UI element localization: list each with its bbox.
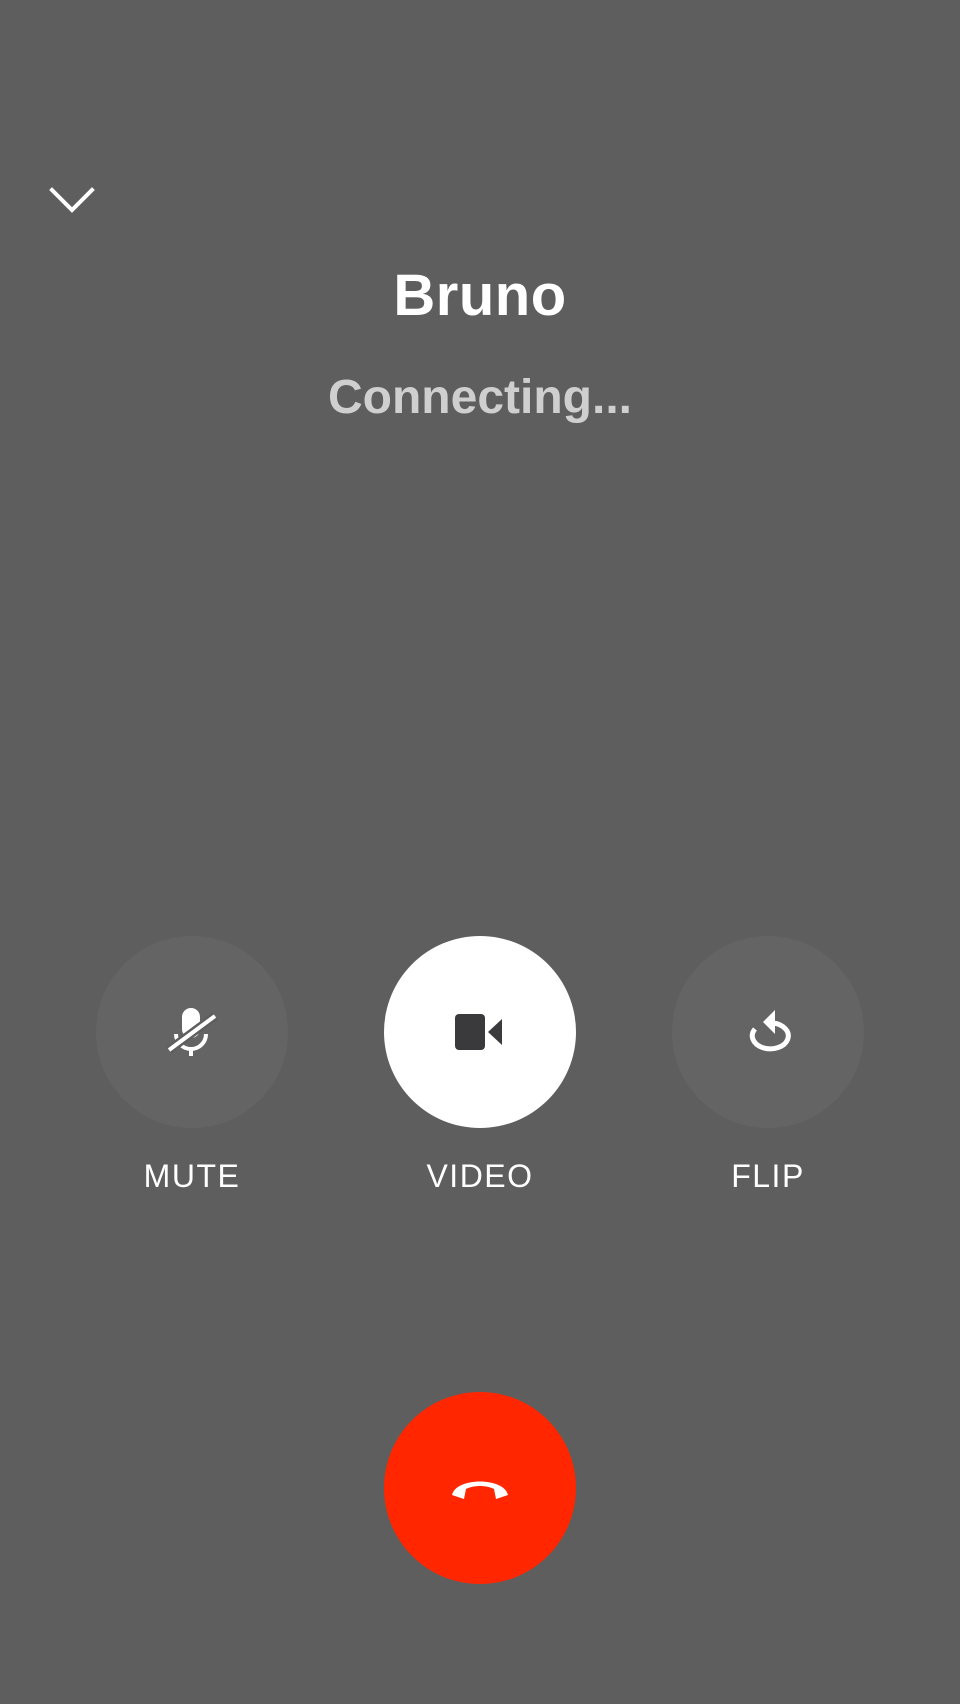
flip-label: FLIP (731, 1158, 805, 1194)
call-status: Connecting... (328, 371, 632, 424)
caller-name: Bruno (393, 263, 567, 328)
video-label: VIDEO (426, 1158, 534, 1194)
mute-button[interactable] (96, 936, 288, 1128)
video-camera-icon (455, 1014, 502, 1050)
flip-button[interactable] (672, 936, 864, 1128)
flip-control: FLIP (672, 936, 864, 1195)
collapse-button[interactable] (40, 168, 104, 232)
mute-label: MUTE (143, 1158, 241, 1194)
flip-camera-icon (749, 1010, 791, 1052)
mute-control: MUTE (96, 936, 288, 1195)
chevron-down-icon (49, 187, 95, 213)
video-control: VIDEO (384, 936, 576, 1195)
end-call-icon (452, 1481, 508, 1499)
mic-off-icon (166, 1008, 218, 1056)
video-button[interactable] (384, 936, 576, 1128)
end-call-button[interactable] (384, 1392, 576, 1584)
